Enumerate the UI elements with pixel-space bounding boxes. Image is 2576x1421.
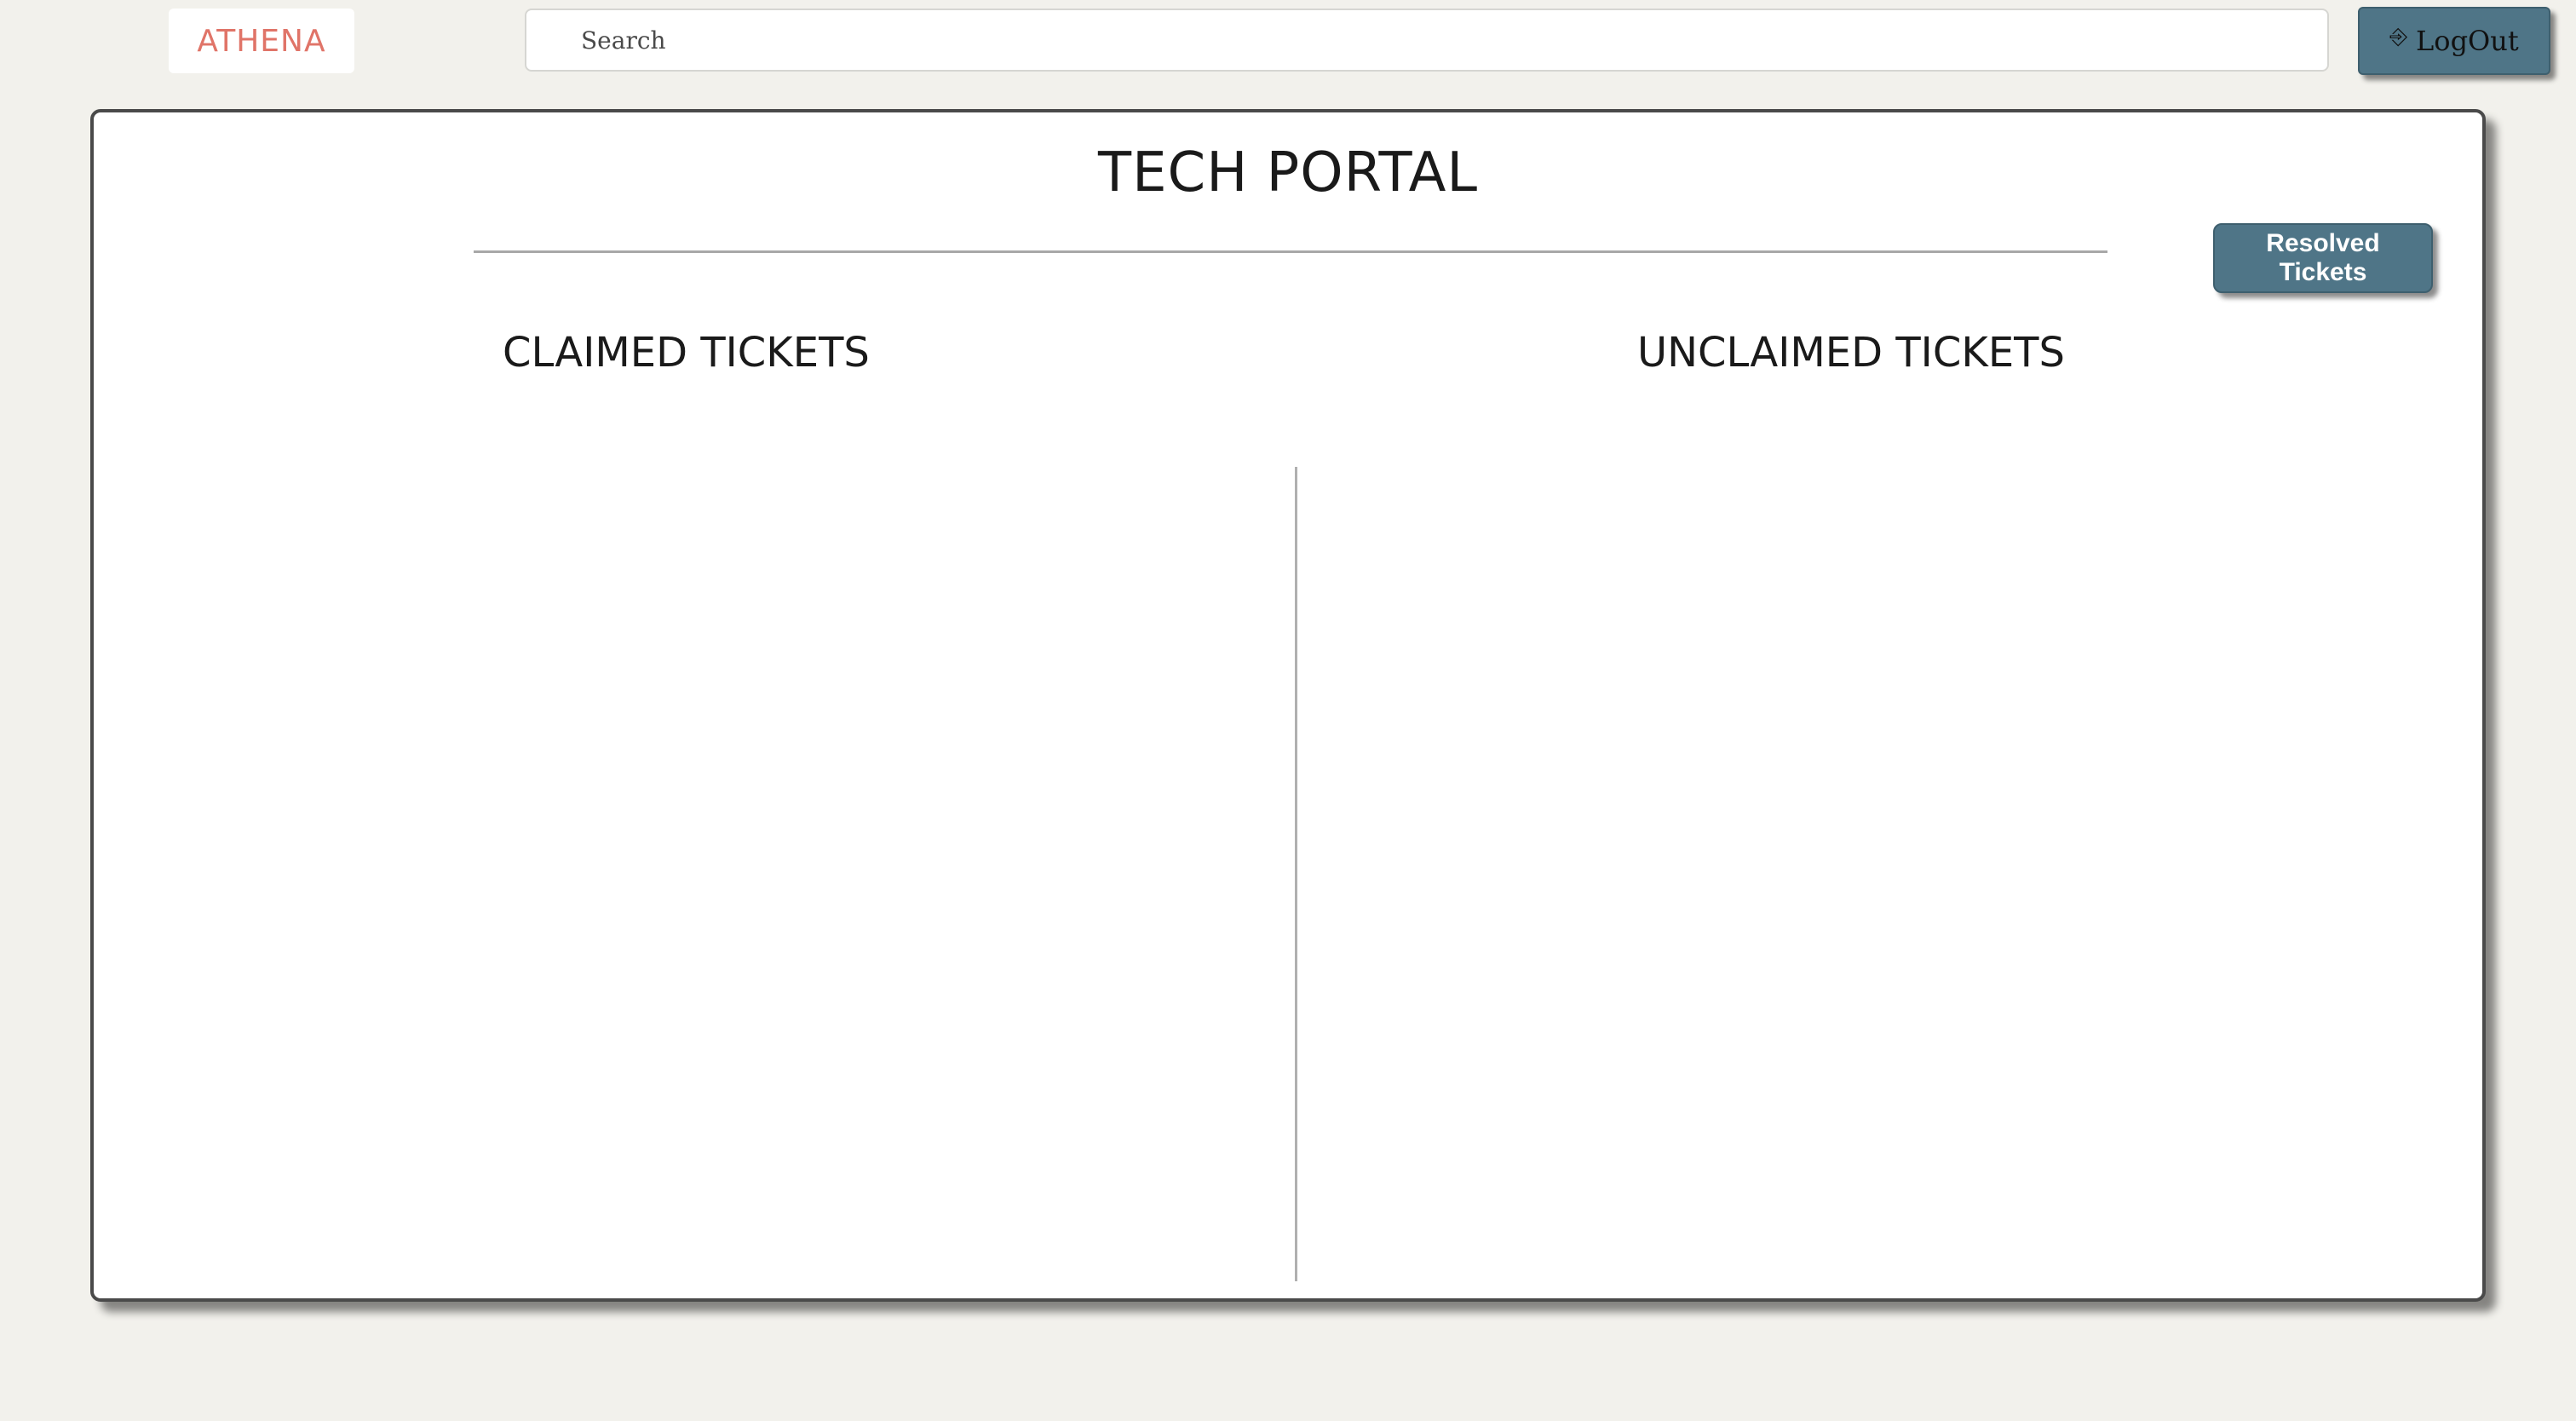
- resolved-tickets-button[interactable]: Resolved Tickets: [2213, 223, 2433, 293]
- unclaimed-tickets-heading: UNCLAIMED TICKETS: [1637, 329, 2065, 377]
- search-input[interactable]: [525, 9, 2329, 72]
- tech-portal-panel: TECH PORTAL Resolved Tickets CLAIMED TIC…: [90, 109, 2486, 1302]
- logout-button[interactable]: ⎆ LogOut: [2358, 7, 2550, 75]
- page-title: TECH PORTAL: [1097, 141, 1479, 204]
- logout-label: LogOut: [2416, 25, 2519, 57]
- unclaimed-tickets-list: [1312, 467, 2462, 1281]
- claimed-tickets-heading: CLAIMED TICKETS: [503, 329, 870, 377]
- claimed-tickets-list: [128, 467, 1278, 1281]
- brand-logo[interactable]: ATHENA: [169, 9, 354, 73]
- column-divider: [1295, 467, 1297, 1281]
- logout-icon: ⎆: [2389, 23, 2408, 49]
- title-divider: [474, 250, 2107, 253]
